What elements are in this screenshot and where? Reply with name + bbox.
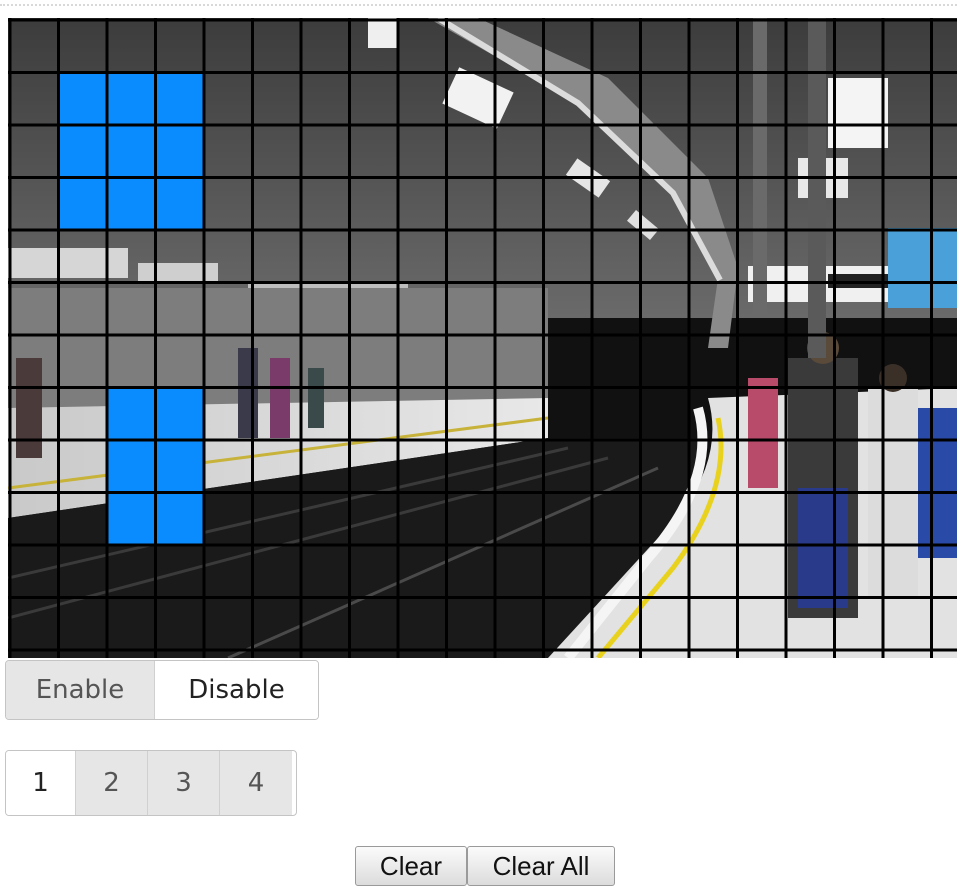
mode-toggle: Enable Disable bbox=[5, 660, 319, 720]
grid-cell-selected[interactable] bbox=[58, 125, 108, 178]
page-tab-3[interactable]: 3 bbox=[148, 751, 220, 815]
grid-cell-selected[interactable] bbox=[155, 492, 205, 546]
page-selector: 1 2 3 4 bbox=[5, 750, 297, 816]
clear-button[interactable]: Clear bbox=[355, 846, 467, 886]
grid-cell-selected[interactable] bbox=[107, 387, 156, 441]
page-tab-4[interactable]: 4 bbox=[220, 751, 292, 815]
subway-platform-camera-image bbox=[8, 18, 957, 658]
grid-cell-selected[interactable] bbox=[107, 125, 156, 178]
grid-cell-selected[interactable] bbox=[155, 125, 205, 178]
disable-button[interactable]: Disable bbox=[155, 661, 318, 719]
page-tab-2[interactable]: 2 bbox=[76, 751, 148, 815]
camera-view[interactable] bbox=[8, 18, 957, 658]
grid-cell-selected[interactable] bbox=[155, 387, 205, 441]
grid-cell-selected[interactable] bbox=[107, 492, 156, 546]
page-tab-1[interactable]: 1 bbox=[6, 751, 76, 815]
grid-cell-selected[interactable] bbox=[155, 440, 205, 493]
enable-button[interactable]: Enable bbox=[6, 661, 155, 719]
grid-cell-selected[interactable] bbox=[58, 72, 108, 126]
grid-cell-selected[interactable] bbox=[107, 72, 156, 126]
clear-all-button[interactable]: Clear All bbox=[467, 846, 615, 886]
grid-cell-selected[interactable] bbox=[58, 177, 108, 231]
grid-cell-selected[interactable] bbox=[155, 177, 205, 231]
grid-cell-selected[interactable] bbox=[107, 177, 156, 231]
grid-cell-selected[interactable] bbox=[107, 440, 156, 493]
grid-cell-selected[interactable] bbox=[155, 72, 205, 126]
top-divider bbox=[0, 0, 957, 6]
